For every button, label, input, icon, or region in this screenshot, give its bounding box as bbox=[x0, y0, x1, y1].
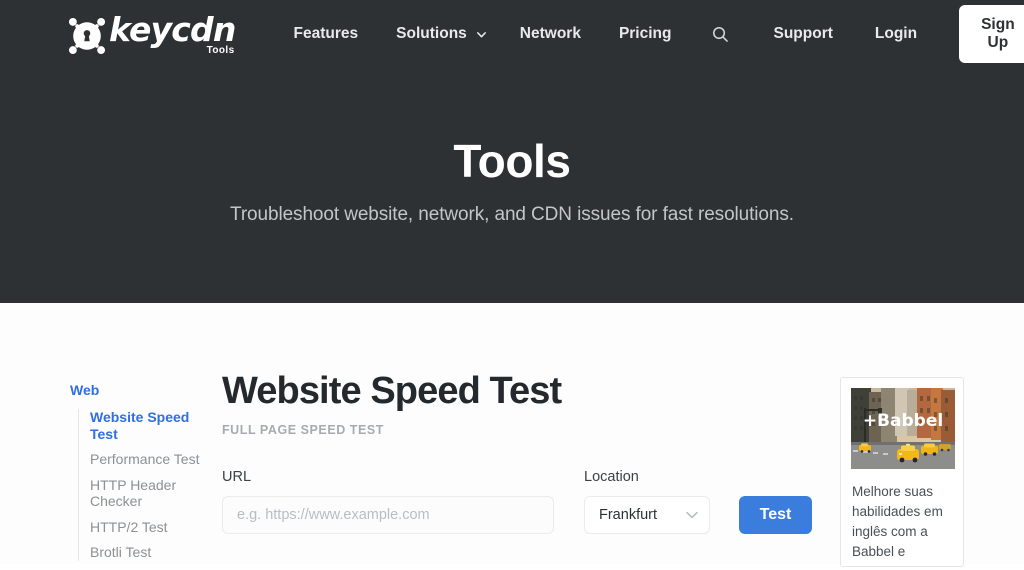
nav-item-pricing-label: Pricing bbox=[618, 25, 672, 42]
test-button[interactable]: Test bbox=[739, 496, 812, 534]
hero-subtitle: Troubleshoot website, network, and CDN i… bbox=[230, 204, 794, 225]
nav-item-features-label: Features bbox=[293, 25, 359, 42]
nav-links-left: Features Solutions Network Pricing bbox=[294, 23, 732, 45]
main-content: Website Speed Test FULL PAGE SPEED TEST … bbox=[222, 368, 822, 534]
nav-item-network[interactable]: Network bbox=[520, 25, 581, 43]
nav-item-login[interactable]: Login bbox=[875, 25, 917, 43]
nav-item-network-label: Network bbox=[519, 25, 581, 42]
location-label: Location bbox=[584, 469, 639, 485]
url-label: URL bbox=[222, 469, 252, 485]
sidebar-list: Website Speed Test Performance Test HTTP… bbox=[78, 409, 205, 561]
hero-title: Tools bbox=[453, 135, 571, 187]
nav-item-login-label: Login bbox=[874, 25, 918, 42]
location-select[interactable]: Frankfurt bbox=[584, 496, 710, 534]
advertisement-card[interactable]: +Babbel Melhore suas habilidades em ingl… bbox=[840, 377, 964, 567]
nav-item-pricing[interactable]: Pricing bbox=[619, 25, 672, 43]
ad-image: +Babbel bbox=[851, 388, 955, 469]
hero-section: Tools Troubleshoot website, network, and… bbox=[0, 68, 1024, 303]
speed-test-form: URL Location Frankfurt Test bbox=[222, 468, 822, 534]
page-subtitle: FULL PAGE SPEED TEST bbox=[222, 423, 384, 437]
url-input[interactable] bbox=[222, 496, 554, 534]
sidebar-item-performance-test[interactable]: Performance Test bbox=[90, 451, 205, 468]
ad-description: Melhore suas habilidades em inglês com a… bbox=[852, 484, 943, 559]
nav-links-right: Support Login Sign Up bbox=[731, 5, 1024, 63]
page-title: Website Speed Test bbox=[222, 370, 562, 412]
chevron-down-icon bbox=[476, 31, 486, 37]
search-icon[interactable] bbox=[709, 23, 731, 45]
sidebar-item-http2-test[interactable]: HTTP/2 Test bbox=[90, 519, 205, 536]
location-select-wrap: Frankfurt bbox=[584, 496, 710, 534]
nav-item-support-label: Support bbox=[773, 25, 833, 42]
sidebar-item-http-header-checker[interactable]: HTTP Header Checker bbox=[90, 477, 205, 510]
nav-item-solutions-label: Solutions bbox=[396, 25, 467, 42]
nav-item-solutions[interactable]: Solutions bbox=[396, 25, 487, 43]
location-field-group: Location Frankfurt bbox=[584, 468, 710, 534]
main-navigation: keycdn Tools Features Solutions Network … bbox=[0, 0, 1024, 68]
tools-sidebar: Web Website Speed Test Performance Test … bbox=[70, 381, 205, 570]
keyhole-logo-icon bbox=[68, 17, 106, 55]
logo-subtitle: Tools bbox=[206, 45, 235, 56]
sidebar-group-web[interactable]: Web bbox=[70, 381, 205, 399]
url-field-group: URL bbox=[222, 468, 554, 534]
sidebar-item-brotli-test[interactable]: Brotli Test bbox=[90, 544, 205, 561]
sidebar-item-website-speed-test[interactable]: Website Speed Test bbox=[90, 409, 205, 442]
svg-text:+Babbel: +Babbel bbox=[863, 411, 943, 431]
search-glass-icon bbox=[712, 26, 728, 42]
nav-item-features[interactable]: Features bbox=[294, 25, 359, 43]
sign-up-button[interactable]: Sign Up bbox=[959, 5, 1024, 63]
nav-item-support[interactable]: Support bbox=[773, 25, 832, 43]
logo-wordmark: keycdn bbox=[109, 10, 236, 49]
city-street-taxis-image: +Babbel bbox=[851, 388, 955, 469]
site-logo[interactable]: keycdn Tools bbox=[66, 11, 236, 57]
page-body: Web Website Speed Test Performance Test … bbox=[0, 303, 1024, 567]
